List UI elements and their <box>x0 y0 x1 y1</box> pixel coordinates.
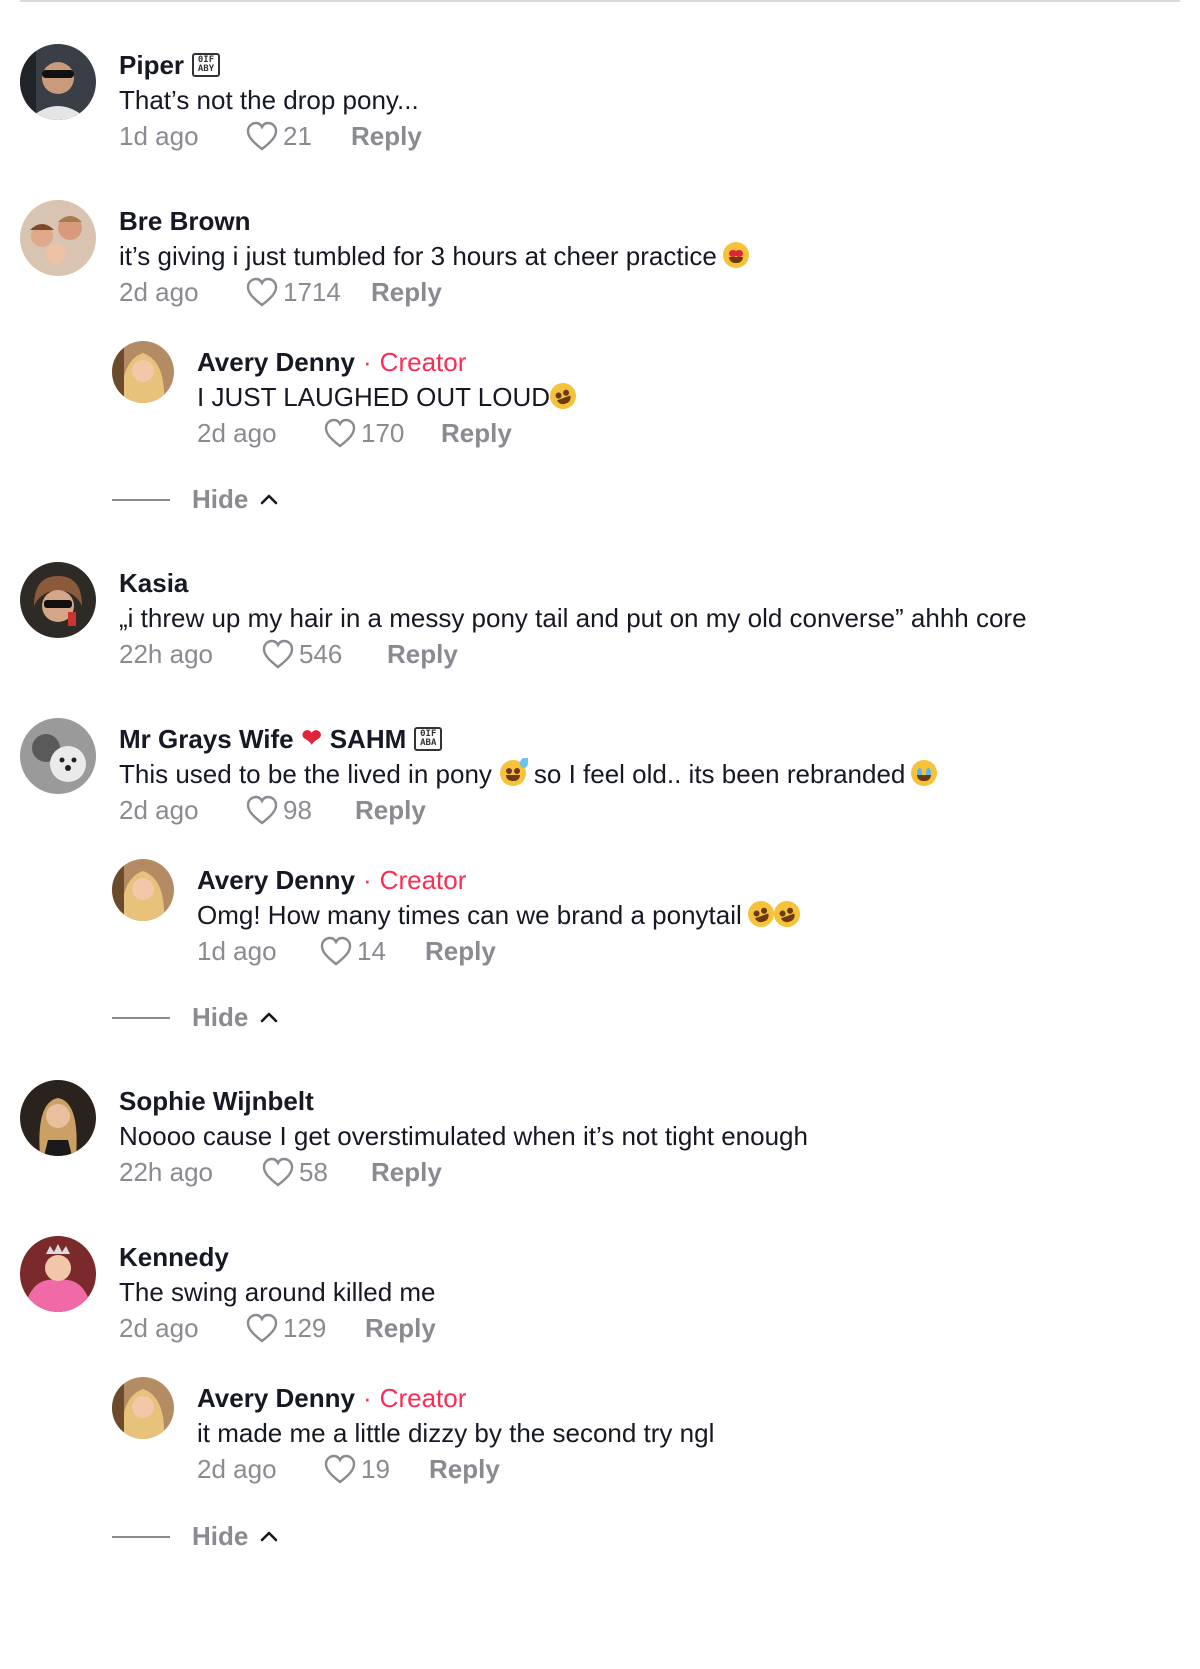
reply-button[interactable]: Reply <box>351 118 422 154</box>
hide-replies-button[interactable]: Hide <box>112 1002 280 1033</box>
like-button[interactable]: 1714 <box>245 274 371 310</box>
timestamp: 1d ago <box>197 936 277 966</box>
username[interactable]: Avery Denny · Creator <box>197 863 800 897</box>
like-button[interactable]: 546 <box>261 636 387 672</box>
avatar[interactable] <box>20 200 96 276</box>
heart-icon <box>262 639 294 669</box>
chevron-up-icon <box>261 1012 278 1022</box>
avatar[interactable] <box>20 1236 96 1312</box>
comment-text: The swing around killed me <box>119 1277 436 1307</box>
creator-label: Creator <box>379 1383 467 1413</box>
crying-emoji-icon <box>911 760 938 786</box>
reply-button[interactable]: Reply <box>387 636 458 672</box>
like-count: 129 <box>283 1313 327 1343</box>
heart-icon <box>246 795 278 825</box>
reply-button[interactable]: Reply <box>441 415 512 451</box>
reply-button[interactable]: Reply <box>429 1451 500 1487</box>
heart-icon <box>324 1454 356 1484</box>
like-count: 1714 <box>283 277 341 307</box>
username[interactable]: Kasia <box>119 566 1027 600</box>
like-button[interactable]: 129 <box>245 1310 365 1346</box>
like-count: 170 <box>361 418 405 448</box>
timestamp: 2d ago <box>119 277 199 307</box>
like-count: 21 <box>283 121 312 151</box>
heart-eyes-emoji-icon <box>722 242 749 268</box>
comment-text: Omg! How many times can we brand a ponyt… <box>197 897 804 933</box>
rofl-emoji-icon <box>546 379 580 413</box>
chevron-up-icon <box>261 1531 278 1541</box>
username[interactable]: Avery Denny · Creator <box>197 1381 714 1415</box>
hide-divider <box>112 1535 170 1538</box>
username[interactable]: Kennedy <box>119 1240 436 1274</box>
heart-icon <box>262 1157 294 1187</box>
username[interactable]: Avery Denny · Creator <box>197 345 576 379</box>
heart-icon <box>246 121 278 151</box>
avatar[interactable] <box>112 1377 174 1439</box>
reply-button[interactable]: Reply <box>365 1310 436 1346</box>
timestamp: 2d ago <box>119 1313 199 1343</box>
like-button[interactable]: 19 <box>323 1451 429 1487</box>
flag-badge-icon: 0IF ABY <box>192 53 221 77</box>
like-count: 98 <box>283 795 312 825</box>
avatar[interactable] <box>20 44 96 120</box>
sweat-smile-emoji-icon <box>499 758 528 786</box>
like-button[interactable]: 98 <box>245 792 355 828</box>
reply-button[interactable]: Reply <box>355 792 426 828</box>
heart-icon <box>324 418 356 448</box>
username[interactable]: Piper 0IF ABY <box>119 48 422 82</box>
flag-badge-icon: 0IF ABA <box>414 727 443 751</box>
like-count: 58 <box>299 1157 328 1187</box>
rofl-emoji-icon <box>744 897 778 931</box>
comment-text: This used to be the lived in pony so I fe… <box>119 756 938 792</box>
timestamp: 22h ago <box>119 639 213 669</box>
hide-divider <box>112 1016 170 1019</box>
hide-replies-button[interactable]: Hide <box>112 484 280 515</box>
like-button[interactable]: 170 <box>323 415 441 451</box>
reply-button[interactable]: Reply <box>425 933 496 969</box>
timestamp: 2d ago <box>197 418 277 448</box>
avatar[interactable] <box>20 718 96 794</box>
username[interactable]: Mr Grays Wife ❤ SAHM 0IF ABA <box>119 722 937 756</box>
heart-icon <box>246 1313 278 1343</box>
timestamp: 2d ago <box>197 1454 277 1484</box>
like-button[interactable]: 14 <box>319 933 425 969</box>
comment-text: „i threw up my hair in a messy pony tail… <box>119 603 1027 633</box>
red-heart-emoji-icon: ❤ <box>301 725 322 752</box>
creator-label: Creator <box>379 347 467 377</box>
top-divider <box>20 0 1180 2</box>
avatar[interactable] <box>20 562 96 638</box>
heart-icon <box>246 277 278 307</box>
reply-button[interactable]: Reply <box>371 1154 442 1190</box>
timestamp: 2d ago <box>119 795 199 825</box>
comment-text: That’s not the drop pony... <box>119 85 419 115</box>
comment-text: it’s giving i just tumbled for 3 hours a… <box>119 238 749 274</box>
comment-text: it made me a little dizzy by the second … <box>197 1418 715 1448</box>
comment-text: Noooo cause I get overstimulated when it… <box>119 1121 808 1151</box>
avatar[interactable] <box>112 859 174 921</box>
like-count: 546 <box>299 639 343 669</box>
username[interactable]: Bre Brown <box>119 204 749 238</box>
timestamp: 1d ago <box>119 121 199 151</box>
rofl-emoji-icon <box>770 897 804 931</box>
hide-replies-button[interactable]: Hide <box>112 1521 280 1552</box>
comment-text: I JUST LAUGHED OUT LOUD <box>197 379 580 415</box>
timestamp: 22h ago <box>119 1157 213 1187</box>
avatar[interactable] <box>20 1080 96 1156</box>
username[interactable]: Sophie Wijnbelt <box>119 1084 808 1118</box>
like-count: 19 <box>361 1454 390 1484</box>
like-button[interactable]: 58 <box>261 1154 371 1190</box>
avatar[interactable] <box>112 341 174 403</box>
like-count: 14 <box>357 936 386 966</box>
like-button[interactable]: 21 <box>245 118 351 154</box>
hide-divider <box>112 498 170 501</box>
creator-label: Creator <box>379 865 467 895</box>
heart-icon <box>320 936 352 966</box>
reply-button[interactable]: Reply <box>371 274 442 310</box>
chevron-up-icon <box>261 494 278 504</box>
